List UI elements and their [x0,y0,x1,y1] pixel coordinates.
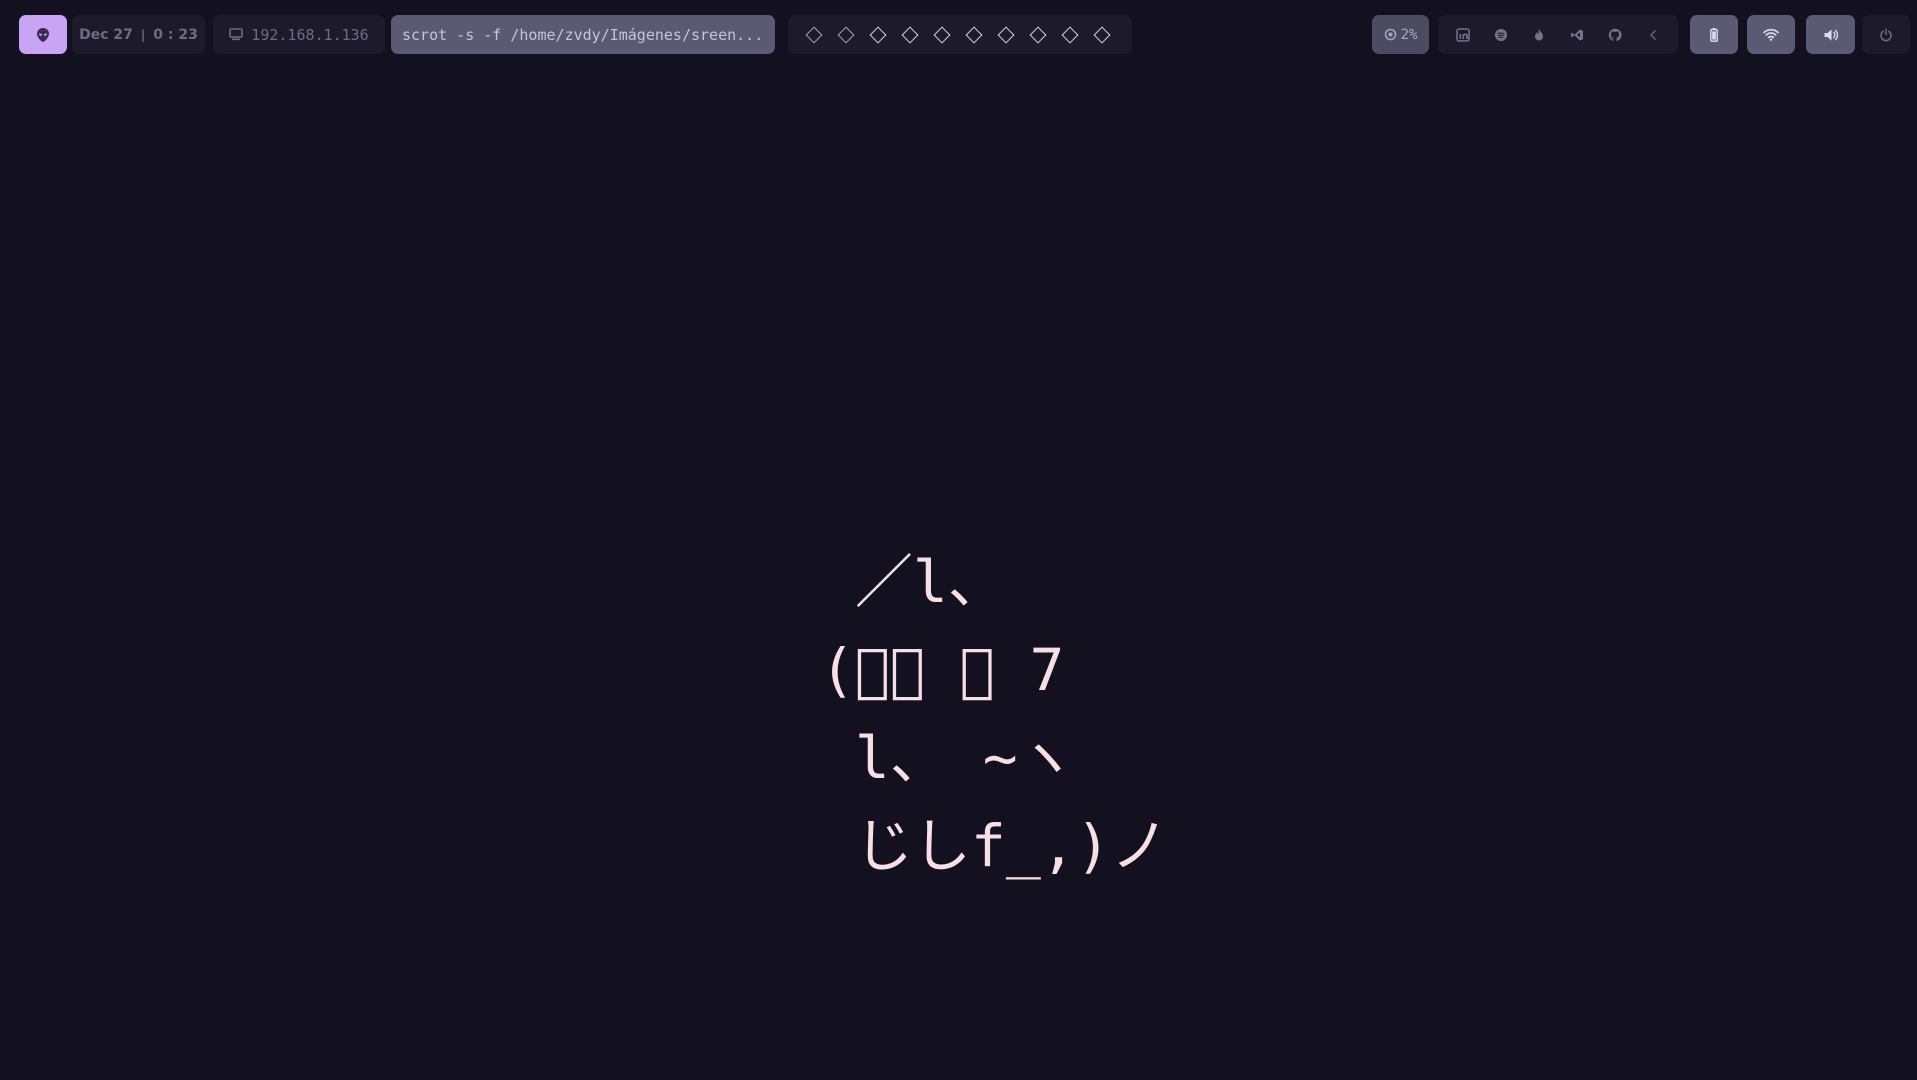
linkedin-button[interactable] [1449,15,1477,54]
diamond-icon [1029,26,1047,43]
app-launchers [1438,15,1678,54]
diamond-icon [997,26,1015,43]
workspace-10[interactable] [1086,15,1118,54]
cpu-widget[interactable]: 2% [1372,15,1429,54]
fire-button[interactable] [1525,15,1553,54]
diamond-icon [1093,26,1111,43]
network-widget[interactable]: 192.168.1.136 [213,15,385,54]
clock-widget[interactable]: Dec 27 | 0 : 23 [72,15,205,54]
fire-icon [1535,28,1543,40]
chevron-left-icon [1649,29,1656,40]
workspace-8[interactable] [1022,15,1054,54]
workspace-9[interactable] [1054,15,1086,54]
monitor-icon [229,28,244,41]
workspace-5[interactable] [926,15,958,54]
github-button[interactable] [1601,15,1629,54]
desktop-ascii-art: ／l、 (ﾟ､ ｡ 7 l、 ~ヽ じしf_,)ノ [820,538,1240,880]
diamond-icon [933,26,951,43]
spotify-icon [1495,28,1507,41]
volume-button[interactable] [1806,15,1855,54]
github-icon [1608,28,1622,41]
top-bar: Dec 27 | 0 : 23 192.168.1.136 scrot -s -… [0,0,1917,70]
workspace-7[interactable] [990,15,1022,54]
active-window-title[interactable]: scrot -s -f /home/zvdy/Imágenes/sreen... [391,15,775,54]
spotify-button[interactable] [1487,15,1515,54]
vscode-icon [1571,29,1583,40]
wifi-icon [1763,28,1779,41]
workspace-1[interactable] [798,15,830,54]
workspace-4[interactable] [894,15,926,54]
linkedin-icon [1456,27,1470,42]
battery-button[interactable] [1690,15,1738,54]
diamond-icon [901,26,919,43]
wifi-button[interactable] [1747,15,1795,54]
network-ip: 192.168.1.136 [251,25,369,44]
workspace-2[interactable] [830,15,862,54]
diamond-icon [869,26,887,43]
cpu-icon [1384,28,1396,41]
active-window-text: scrot -s -f /home/zvdy/Imágenes/sreen... [402,25,764,44]
alien-icon [37,27,49,42]
clock-time: 0 : 23 [153,26,198,43]
clock-date: Dec 27 [79,26,133,43]
collapse-button[interactable] [1639,15,1667,54]
diamond-icon [1061,26,1079,43]
diamond-icon [837,26,855,43]
diamond-icon [805,26,823,43]
cpu-value: 2% [1400,26,1418,43]
battery-icon [1710,27,1718,42]
workspace-switcher [788,15,1132,54]
diamond-icon [965,26,983,43]
power-icon [1880,27,1892,41]
workspace-3[interactable] [862,15,894,54]
cat-ascii-art: ／l、 (ﾟ､ ｡ 7 l、 ~ヽ じしf_,)ノ [820,548,1169,880]
volume-icon [1824,29,1838,40]
vscode-button[interactable] [1563,15,1591,54]
clock-separator: | [140,27,146,42]
launcher-button[interactable] [19,15,67,54]
workspace-6[interactable] [958,15,990,54]
power-button[interactable] [1862,15,1910,54]
